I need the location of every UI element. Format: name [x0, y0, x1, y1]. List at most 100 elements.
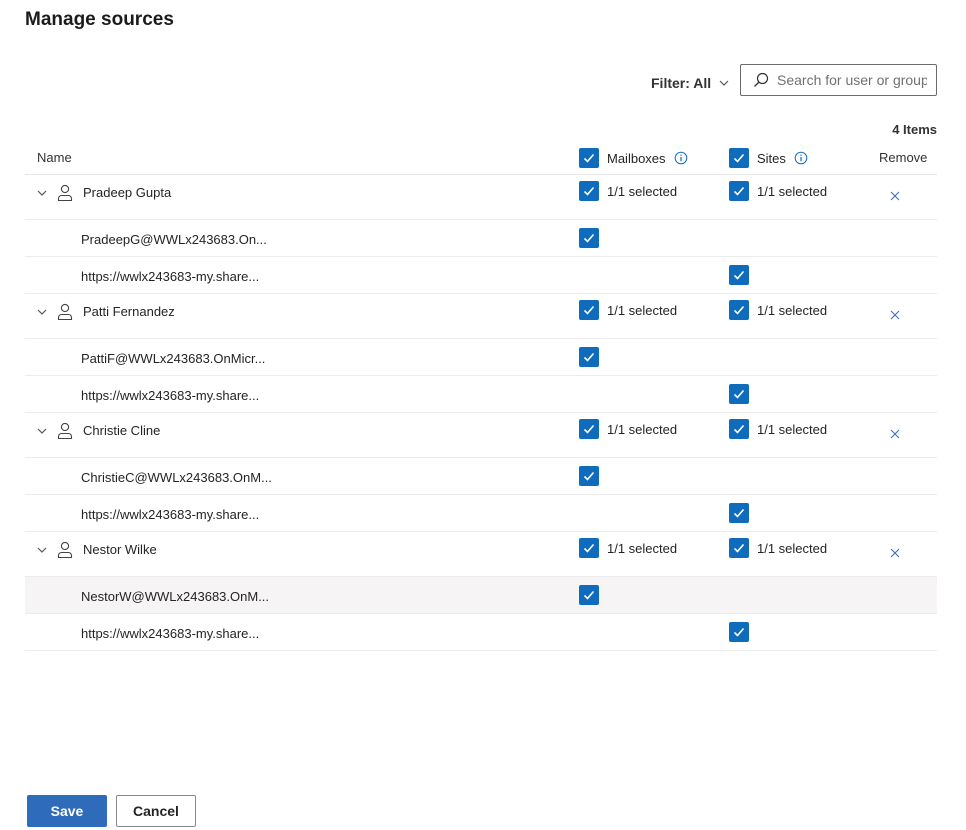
checkmark-icon — [583, 153, 595, 163]
checkmark-icon — [583, 305, 595, 315]
user-name: Nestor Wilke — [83, 542, 157, 557]
site-row: https://wwlx243683-my.share... — [25, 257, 937, 294]
sites-status: 1/1 selected — [757, 421, 828, 437]
user-row: Pradeep Gupta 1/1 selected 1/1 selected — [25, 175, 937, 220]
mailbox-address: ChristieC@WWLx243683.OnM... — [81, 470, 272, 485]
mailbox-status: 1/1 selected — [607, 421, 678, 437]
checkmark-icon — [733, 153, 745, 163]
checkmark-icon — [583, 233, 595, 243]
person-icon — [57, 303, 73, 321]
site-checkbox[interactable] — [729, 503, 749, 523]
save-button[interactable]: Save — [27, 795, 107, 827]
sites-cell: 1/1 selected — [729, 300, 827, 320]
search-icon — [754, 72, 769, 87]
checkmark-icon — [733, 389, 745, 399]
person-icon — [57, 422, 73, 440]
checkmark-icon — [583, 590, 595, 600]
column-header-remove: Remove — [879, 150, 928, 165]
mailbox-status: 1/1 selected — [607, 183, 678, 199]
footer-actions: Save Cancel — [27, 795, 196, 827]
sites-checkbox[interactable] — [729, 419, 749, 439]
chevron-down-icon[interactable] — [36, 544, 48, 556]
page-title: Manage sources — [25, 9, 174, 30]
site-url: https://wwlx243683-my.share... — [81, 388, 260, 403]
column-header-mailboxes-label: Mailboxes — [607, 150, 666, 166]
mailbox-status: 1/1 selected — [607, 540, 678, 556]
chevron-down-icon[interactable] — [36, 425, 48, 437]
search-box[interactable] — [740, 64, 937, 96]
sites-cell: 1/1 selected — [729, 181, 827, 201]
mailbox-row: NestorW@WWLx243683.OnM... — [25, 577, 937, 614]
checkmark-icon — [583, 352, 595, 362]
checkmark-icon — [583, 186, 595, 196]
site-url: https://wwlx243683-my.share... — [81, 507, 260, 522]
info-icon[interactable] — [674, 151, 688, 165]
person-icon — [57, 541, 73, 559]
chevron-down-icon[interactable] — [36, 187, 48, 199]
column-header-sites-label: Sites — [757, 150, 786, 166]
checkmark-icon — [583, 424, 595, 434]
close-icon[interactable] — [889, 190, 901, 202]
user-name: Pradeep Gupta — [83, 185, 172, 200]
site-row: https://wwlx243683-my.share... — [25, 376, 937, 413]
sources-table: Name Mailboxes Sites Remove Pradeep Gupt… — [25, 138, 937, 651]
checkmark-icon — [733, 543, 745, 553]
sites-checkbox[interactable] — [729, 300, 749, 320]
info-icon[interactable] — [794, 151, 808, 165]
user-name: Christie Cline — [83, 423, 161, 438]
user-row: Patti Fernandez 1/1 selected 1/1 selecte… — [25, 294, 937, 339]
table-header: Name Mailboxes Sites Remove — [25, 138, 937, 175]
sites-checkbox[interactable] — [729, 181, 749, 201]
mailbox-checkbox[interactable] — [579, 347, 599, 367]
mailbox-checkbox[interactable] — [579, 585, 599, 605]
mailbox-cell: 1/1 selected — [579, 181, 677, 201]
close-icon[interactable] — [889, 428, 901, 440]
site-url: https://wwlx243683-my.share... — [81, 626, 260, 641]
mailbox-row: PradeepG@WWLx243683.On... — [25, 220, 937, 257]
mailbox-checkbox[interactable] — [579, 466, 599, 486]
sites-checkbox[interactable] — [729, 538, 749, 558]
person-icon — [57, 184, 73, 202]
mailbox-checkbox[interactable] — [579, 419, 599, 439]
sites-status: 1/1 selected — [757, 183, 828, 199]
close-icon[interactable] — [889, 309, 901, 321]
close-icon[interactable] — [889, 547, 901, 559]
checkmark-icon — [583, 471, 595, 481]
chevron-down-icon — [719, 80, 729, 86]
mailbox-row: PattiF@WWLx243683.OnMicr... — [25, 339, 937, 376]
cancel-button[interactable]: Cancel — [116, 795, 196, 827]
user-row: Nestor Wilke 1/1 selected 1/1 selected — [25, 532, 937, 577]
filter-label: Filter: All — [651, 75, 712, 91]
mailbox-cell: 1/1 selected — [579, 538, 677, 558]
checkmark-icon — [733, 508, 745, 518]
site-url: https://wwlx243683-my.share... — [81, 269, 260, 284]
user-row: Christie Cline 1/1 selected 1/1 selected — [25, 413, 937, 458]
mailbox-checkbox[interactable] — [579, 300, 599, 320]
column-header-sites: Sites — [729, 148, 808, 168]
mailbox-checkbox[interactable] — [579, 228, 599, 248]
mailbox-checkbox[interactable] — [579, 538, 599, 558]
sites-select-all-checkbox[interactable] — [729, 148, 749, 168]
checkmark-icon — [733, 424, 745, 434]
sites-status: 1/1 selected — [757, 540, 828, 556]
column-header-name: Name — [37, 150, 72, 165]
search-input[interactable] — [777, 72, 927, 88]
checkmark-icon — [733, 270, 745, 280]
mailbox-status: 1/1 selected — [607, 302, 678, 318]
checkmark-icon — [733, 627, 745, 637]
checkmark-icon — [733, 186, 745, 196]
filter-dropdown[interactable]: Filter: All — [651, 75, 730, 91]
mailbox-cell: 1/1 selected — [579, 419, 677, 439]
mailbox-cell: 1/1 selected — [579, 300, 677, 320]
mailbox-address: NestorW@WWLx243683.OnM... — [81, 589, 270, 604]
chevron-down-icon[interactable] — [36, 306, 48, 318]
items-count: 4 Items — [892, 122, 937, 137]
site-checkbox[interactable] — [729, 265, 749, 285]
user-name: Patti Fernandez — [83, 304, 175, 319]
site-checkbox[interactable] — [729, 384, 749, 404]
checkmark-icon — [583, 543, 595, 553]
column-header-mailboxes: Mailboxes — [579, 148, 688, 168]
site-checkbox[interactable] — [729, 622, 749, 642]
mailbox-checkbox[interactable] — [579, 181, 599, 201]
mailboxes-select-all-checkbox[interactable] — [579, 148, 599, 168]
